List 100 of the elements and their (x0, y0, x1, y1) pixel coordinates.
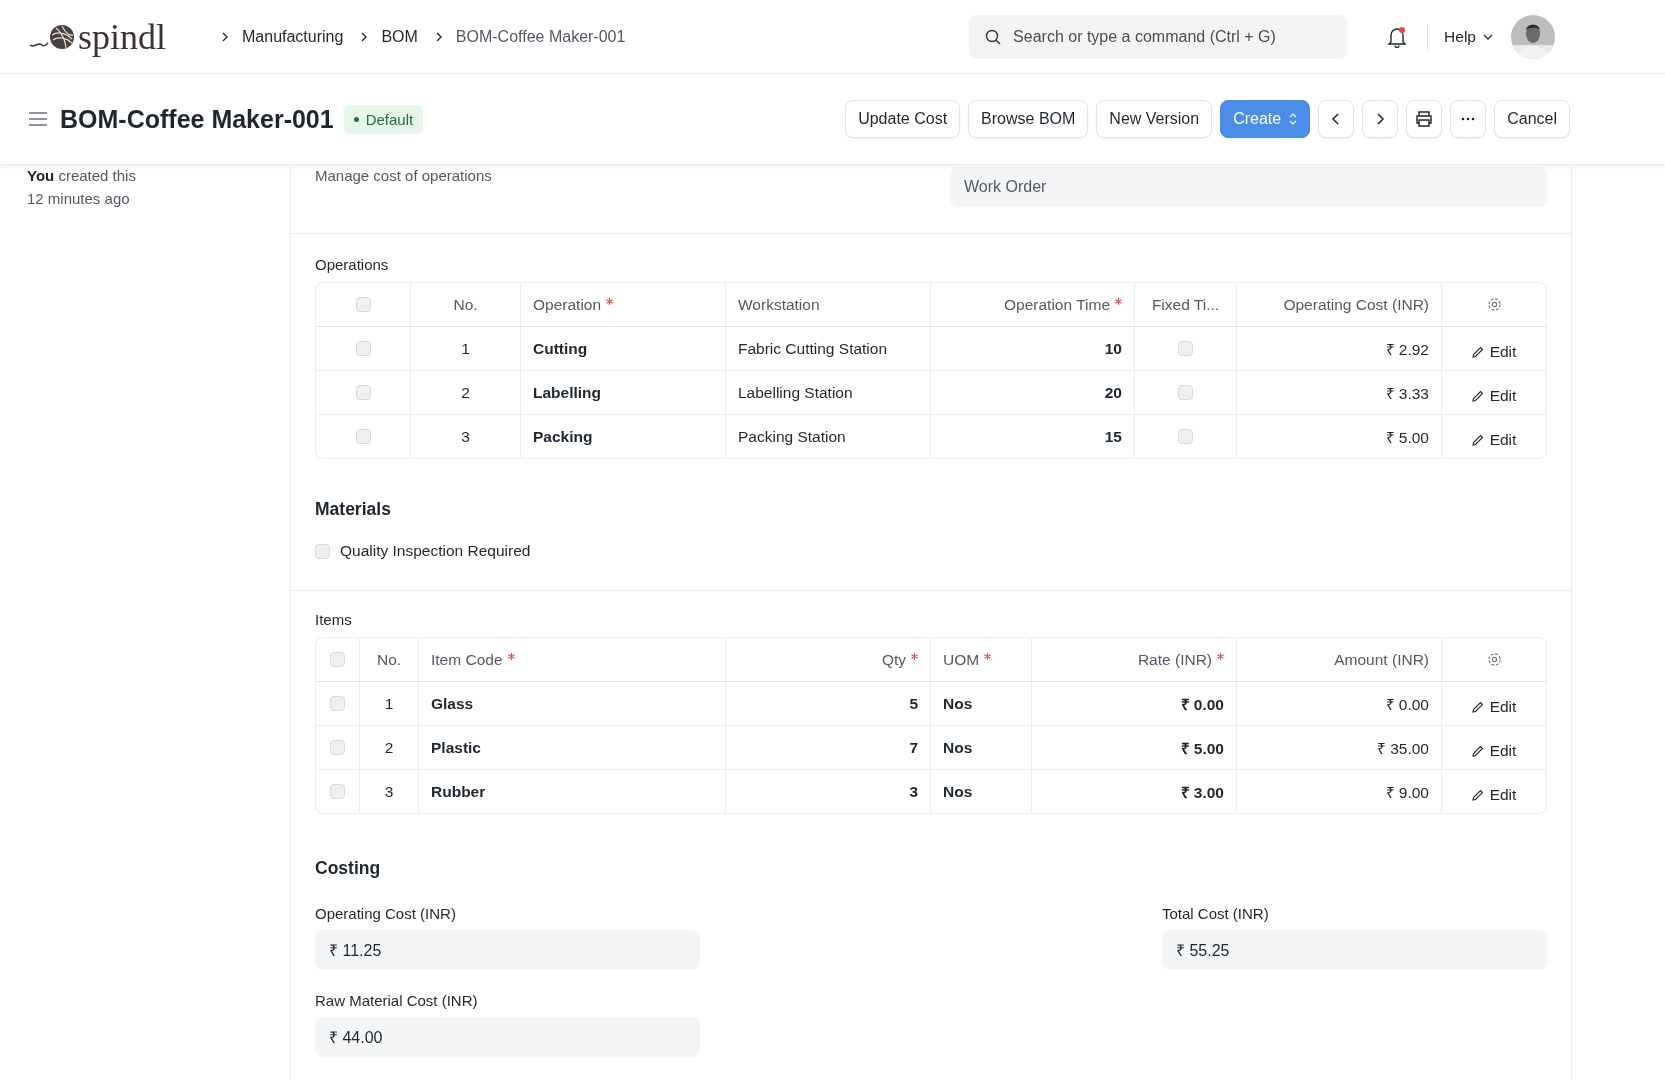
pencil-icon (1471, 345, 1484, 358)
pencil-icon (1471, 788, 1484, 801)
section-title: Materials (315, 499, 392, 520)
column-header: Operation (533, 295, 602, 314)
fixed-time-checkbox[interactable] (1178, 385, 1193, 400)
table-cell: 20 (1104, 383, 1122, 402)
activity-time: 12 minutes ago (27, 190, 131, 207)
table-cell: 10 (1104, 339, 1122, 358)
logo-text[interactable]: spindl (78, 18, 166, 55)
pencil-icon (1471, 389, 1484, 402)
column-header: Operation Time (1004, 295, 1110, 314)
action-button[interactable]: Browse BOM (968, 100, 1089, 138)
breadcrumb-link[interactable]: BOM (381, 27, 418, 46)
column-header: No. (376, 650, 402, 669)
settings-icon[interactable] (1486, 652, 1502, 667)
row-checkbox[interactable] (330, 740, 345, 755)
row-checkbox[interactable] (330, 696, 345, 711)
table-cell-text: ₹ 9.00 (1385, 782, 1429, 803)
table-cell: Packing Station (738, 427, 846, 446)
next-button[interactable] (1362, 100, 1399, 138)
column-header: No. (453, 295, 478, 314)
checkbox-label: Quality Inspection Required (340, 542, 531, 560)
menu-icon[interactable] (28, 111, 48, 127)
action-button[interactable]: Update Cost (845, 100, 961, 138)
column-header: Workstation (738, 295, 820, 314)
table-cell: 15 (1104, 427, 1122, 446)
printer-icon (1415, 111, 1434, 127)
table-cell: 1 (384, 694, 394, 713)
row-checkbox[interactable] (355, 429, 371, 444)
column-header: Amount (INR) (1334, 650, 1429, 669)
table-cell: Rubber (431, 782, 486, 801)
table-cell: Nos (943, 738, 973, 757)
table-cell: 3 (909, 782, 918, 801)
search-field[interactable]: Search or type a command (Ctrl + G) (969, 14, 1348, 59)
cost-field[interactable]: ₹ 55.25 (1162, 930, 1547, 970)
table-cell: Packing (533, 427, 593, 446)
table-cell-text: ₹ 2.92 (1385, 339, 1429, 360)
page-title: BOM-Coffee Maker-001 (60, 104, 334, 134)
cost-field[interactable]: ₹ 11.25 (315, 930, 700, 970)
more-button[interactable] (1450, 100, 1487, 138)
work-order-field[interactable]: Work Order (950, 167, 1547, 207)
field-label: Operating Cost (INR) (315, 905, 457, 922)
action-button[interactable]: Cancel (1494, 100, 1570, 138)
table-cell: Plastic (431, 738, 481, 757)
table-cell: 3 (461, 427, 470, 446)
pencil-icon (1471, 700, 1484, 713)
fixed-time-checkbox[interactable] (1178, 429, 1193, 444)
table-label: Items (315, 611, 353, 628)
chevron-right-icon (1374, 113, 1387, 125)
cost-field[interactable]: ₹ 44.00 (315, 1017, 700, 1057)
table-cell-text: ₹ 5.00 (1385, 427, 1429, 448)
more-icon (1461, 117, 1476, 121)
breadcrumb-link[interactable]: Manufacturing (242, 27, 344, 46)
table-cell: Cutting (533, 339, 588, 358)
breadcrumb-link[interactable]: BOM-Coffee Maker-001 (455, 27, 626, 46)
section-title: Costing (315, 858, 382, 879)
column-header: Item Code (431, 650, 503, 669)
table-cell-text: ₹ 0.00 (1385, 694, 1429, 715)
pencil-icon (1471, 744, 1484, 757)
table-cell: Glass (431, 694, 474, 713)
edit-button[interactable]: Edit (1469, 781, 1519, 808)
action-button[interactable]: New Version (1096, 100, 1213, 138)
quality-inspection-checkbox[interactable] (315, 543, 330, 559)
pencil-icon (1471, 433, 1484, 446)
row-checkbox[interactable] (330, 784, 345, 799)
column-header: Operating Cost (INR) (1283, 295, 1429, 314)
select-all-checkbox[interactable] (355, 297, 371, 312)
sort-icon (1289, 113, 1298, 125)
help-menu[interactable]: Help (1444, 27, 1493, 46)
section-description: Manage cost of operations (315, 167, 492, 184)
yarn-ball-icon (28, 22, 76, 51)
column-header: Fixed Ti... (1151, 295, 1220, 314)
table-cell-text: ₹ 3.33 (1385, 383, 1429, 404)
chevron-right-icon (220, 31, 230, 42)
column-header: Qty (881, 650, 906, 669)
previous-button[interactable] (1318, 100, 1355, 138)
column-header: UOM (943, 650, 980, 669)
table-cell-text: ₹ 3.00 (1180, 782, 1224, 803)
fixed-time-checkbox[interactable] (1178, 341, 1193, 356)
table-cell: 2 (384, 738, 394, 757)
edit-button[interactable]: Edit (1469, 737, 1519, 764)
table-cell: 3 (384, 782, 394, 801)
edit-button[interactable]: Edit (1469, 382, 1519, 409)
table-cell: 7 (909, 738, 918, 757)
table-cell-text: ₹ 0.00 (1180, 694, 1224, 715)
table-cell: Labelling (533, 383, 602, 402)
select-all-checkbox[interactable] (330, 652, 345, 667)
table-cell-text: ₹ 35.00 (1376, 738, 1429, 759)
edit-button[interactable]: Edit (1469, 426, 1519, 453)
table-cell: 5 (909, 694, 918, 713)
settings-icon[interactable] (1486, 297, 1502, 312)
activity-text: You created this (27, 167, 137, 184)
table-cell-text: ₹ 5.00 (1180, 738, 1224, 759)
row-checkbox[interactable] (355, 341, 371, 356)
print-button[interactable] (1406, 100, 1443, 138)
table-label: Operations (315, 256, 390, 273)
row-checkbox[interactable] (355, 385, 371, 400)
edit-button[interactable]: Edit (1469, 338, 1519, 365)
edit-button[interactable]: Edit (1469, 693, 1519, 720)
table-cell: 2 (461, 383, 470, 402)
